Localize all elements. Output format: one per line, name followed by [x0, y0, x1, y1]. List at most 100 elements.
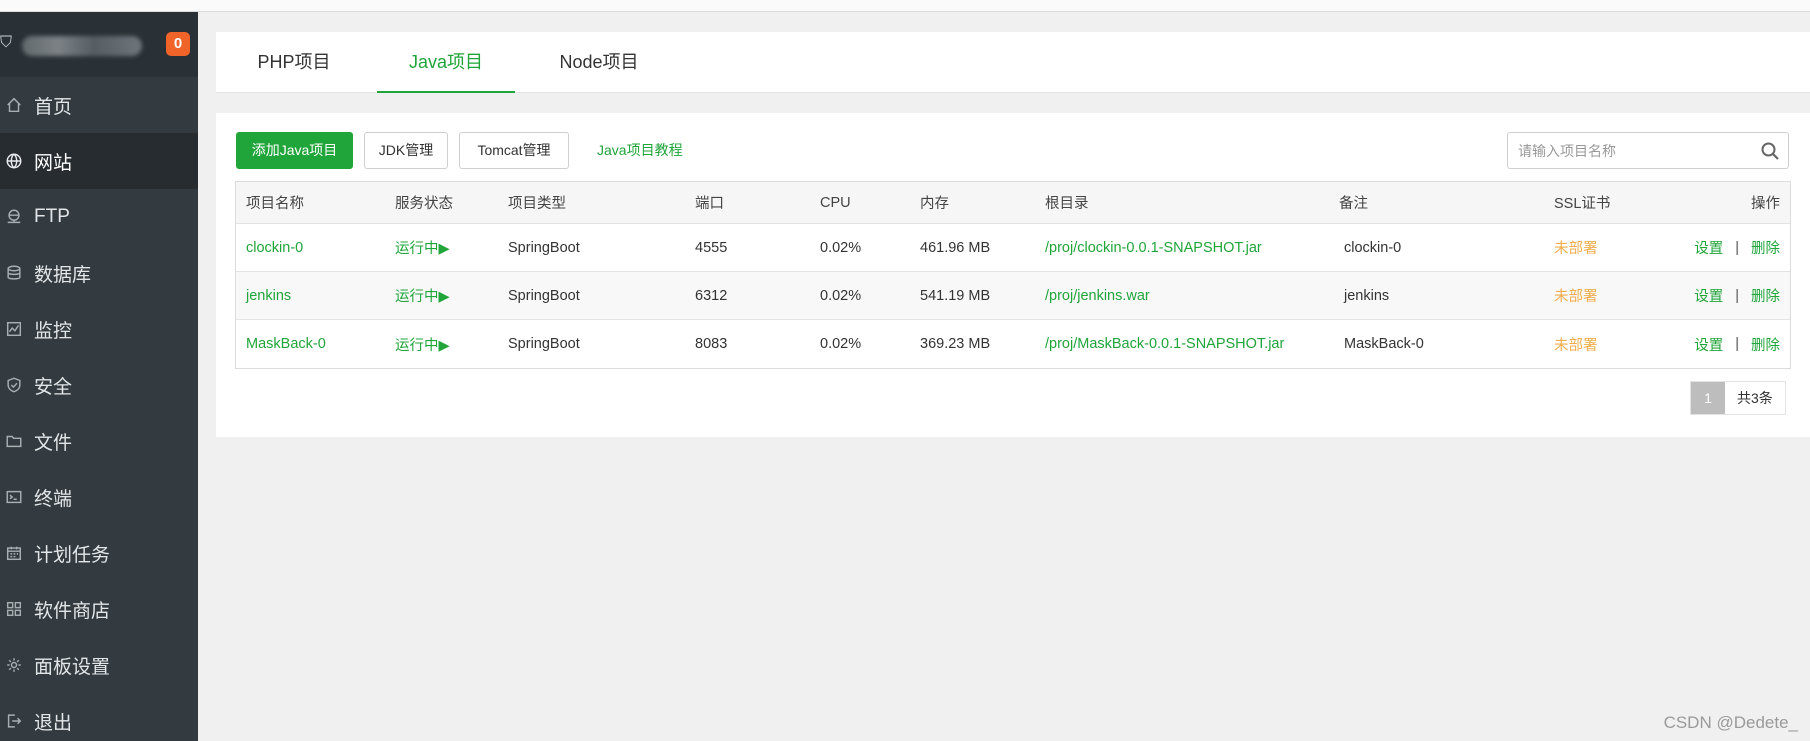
sidebar-item-label: 文件	[34, 432, 73, 454]
sidebar-item-monitor[interactable]: 监控	[0, 301, 198, 357]
project-type: SpringBoot	[508, 239, 580, 256]
sidebar-item-security[interactable]: 安全	[0, 357, 198, 413]
col-header-memory: 内存	[920, 196, 949, 212]
project-memory: 369.23 MB	[920, 336, 991, 352]
tab-node[interactable]: Node项目	[544, 32, 654, 93]
total-count: 共3条	[1725, 382, 1785, 414]
settings-link[interactable]: 设置	[1694, 334, 1723, 355]
sidebar-item-label: 监控	[34, 320, 73, 342]
row-actions: 设置 | 删除	[1694, 320, 1780, 368]
project-name-link[interactable]: MaskBack-0	[246, 320, 326, 368]
delete-link[interactable]: 删除	[1751, 285, 1780, 306]
jdk-manage-button[interactable]: JDK管理	[364, 132, 448, 169]
sidebar-item-terminal[interactable]: 终端	[0, 469, 198, 525]
java-tutorial-link[interactable]: Java项目教程	[597, 132, 683, 169]
monitor-icon	[0, 320, 34, 338]
status-running[interactable]: 运行中▶	[395, 320, 450, 368]
server-header: ⛉ 0	[0, 12, 198, 77]
sidebar-item-label: 面板设置	[34, 656, 111, 678]
status-running[interactable]: 运行中▶	[395, 272, 450, 319]
tab-java[interactable]: Java项目	[377, 32, 515, 93]
project-port: 8083	[695, 336, 728, 352]
settings-link[interactable]: 设置	[1694, 237, 1723, 258]
sidebar-nav: 首页 网站 FTP 数据库 监控 安全 文件 终端 计划任务 软件商店 面板设置…	[0, 77, 198, 741]
logout-icon	[0, 712, 34, 730]
project-cpu: 0.02%	[820, 287, 862, 304]
java-project-panel: 添加Java项目 JDK管理 Tomcat管理 Java项目教程 项目名称 服务…	[216, 113, 1810, 437]
sidebar-item-label: 数据库	[34, 264, 92, 286]
sidebar-item-label: 终端	[34, 488, 73, 510]
project-memory: 541.19 MB	[920, 287, 991, 304]
search-icon[interactable]	[1760, 141, 1780, 161]
table-row: clockin-0 运行中▶ SpringBoot 4555 0.02% 461…	[236, 224, 1790, 272]
col-header-type: 项目类型	[508, 196, 566, 212]
project-table: 项目名称 服务状态 项目类型 端口 CPU 内存 根目录 备注 SSL证书 操作…	[235, 181, 1791, 369]
col-header-ops: 操作	[1751, 196, 1780, 212]
root-dir-link[interactable]: /proj/clockin-0.0.1-SNAPSHOT.jar	[1045, 224, 1262, 271]
csdn-watermark: CSDN @Dedete_	[1663, 713, 1798, 732]
shield-icon	[0, 376, 34, 394]
col-header-note: 备注	[1339, 196, 1368, 212]
row-actions: 设置 | 删除	[1694, 272, 1780, 319]
project-note[interactable]: MaskBack-0	[1344, 320, 1424, 368]
folder-icon	[0, 432, 34, 450]
col-header-cpu: CPU	[820, 194, 851, 211]
ssl-status-link[interactable]: 未部署	[1554, 272, 1598, 319]
project-tabs: PHP项目 Java项目 Node项目	[216, 32, 1810, 93]
sidebar-item-files[interactable]: 文件	[0, 413, 198, 469]
ops-divider: |	[1735, 336, 1739, 352]
sidebar-item-website[interactable]: 网站	[0, 133, 198, 189]
ftp-icon	[0, 208, 34, 226]
project-cpu: 0.02%	[820, 239, 862, 256]
search-input[interactable]	[1508, 133, 1748, 168]
project-note[interactable]: clockin-0	[1344, 224, 1401, 271]
server-logo-icon: ⛉	[0, 34, 13, 51]
sidebar-item-settings[interactable]: 面板设置	[0, 637, 198, 693]
sidebar-item-appstore[interactable]: 软件商店	[0, 581, 198, 637]
table-header: 项目名称 服务状态 项目类型 端口 CPU 内存 根目录 备注 SSL证书 操作	[236, 182, 1790, 224]
sidebar-item-home[interactable]: 首页	[0, 77, 198, 133]
sidebar-item-label: 网站	[34, 152, 73, 174]
row-actions: 设置 | 删除	[1694, 224, 1780, 271]
project-name-link[interactable]: clockin-0	[246, 224, 303, 271]
server-name-redacted	[22, 36, 142, 56]
ssl-status-link[interactable]: 未部署	[1554, 224, 1598, 271]
status-running[interactable]: 运行中▶	[395, 224, 450, 271]
project-port: 4555	[695, 239, 728, 256]
sidebar-item-label: 退出	[34, 712, 73, 734]
page-number-button[interactable]: 1	[1691, 382, 1725, 414]
table-row: jenkins 运行中▶ SpringBoot 6312 0.02% 541.1…	[236, 272, 1790, 320]
sidebar-item-label: FTP	[34, 206, 70, 227]
project-port: 6312	[695, 287, 728, 304]
root-dir-link[interactable]: /proj/MaskBack-0.0.1-SNAPSHOT.jar	[1045, 320, 1284, 368]
sidebar: ⛉ 0 首页 网站 FTP 数据库 监控 安全 文件 终端 计划任务 软件商店 …	[0, 12, 198, 741]
browser-top-edge	[0, 0, 1810, 12]
settings-link[interactable]: 设置	[1694, 285, 1723, 306]
sidebar-item-label: 计划任务	[34, 544, 111, 566]
tomcat-manage-button[interactable]: Tomcat管理	[459, 132, 569, 169]
pagination: 1 共3条	[1690, 381, 1786, 415]
delete-link[interactable]: 删除	[1751, 237, 1780, 258]
tab-php[interactable]: PHP项目	[244, 32, 344, 93]
project-search	[1507, 132, 1789, 169]
sidebar-item-database[interactable]: 数据库	[0, 245, 198, 301]
apps-icon	[0, 600, 34, 618]
sidebar-item-ftp[interactable]: FTP	[0, 189, 198, 245]
root-dir-link[interactable]: /proj/jenkins.war	[1045, 272, 1150, 319]
sidebar-item-cron[interactable]: 计划任务	[0, 525, 198, 581]
project-type: SpringBoot	[508, 336, 580, 352]
calendar-icon	[0, 544, 34, 562]
project-name-link[interactable]: jenkins	[246, 272, 291, 319]
ssl-status-link[interactable]: 未部署	[1554, 320, 1598, 368]
notification-badge[interactable]: 0	[166, 32, 190, 56]
col-header-name: 项目名称	[246, 196, 304, 212]
sidebar-item-logout[interactable]: 退出	[0, 693, 198, 741]
project-cpu: 0.02%	[820, 336, 862, 352]
delete-link[interactable]: 删除	[1751, 334, 1780, 355]
ops-divider: |	[1735, 239, 1739, 256]
ops-divider: |	[1735, 287, 1739, 304]
col-header-port: 端口	[695, 196, 724, 212]
add-java-project-button[interactable]: 添加Java项目	[236, 132, 353, 169]
col-header-status: 服务状态	[395, 196, 453, 212]
project-note[interactable]: jenkins	[1344, 272, 1389, 319]
